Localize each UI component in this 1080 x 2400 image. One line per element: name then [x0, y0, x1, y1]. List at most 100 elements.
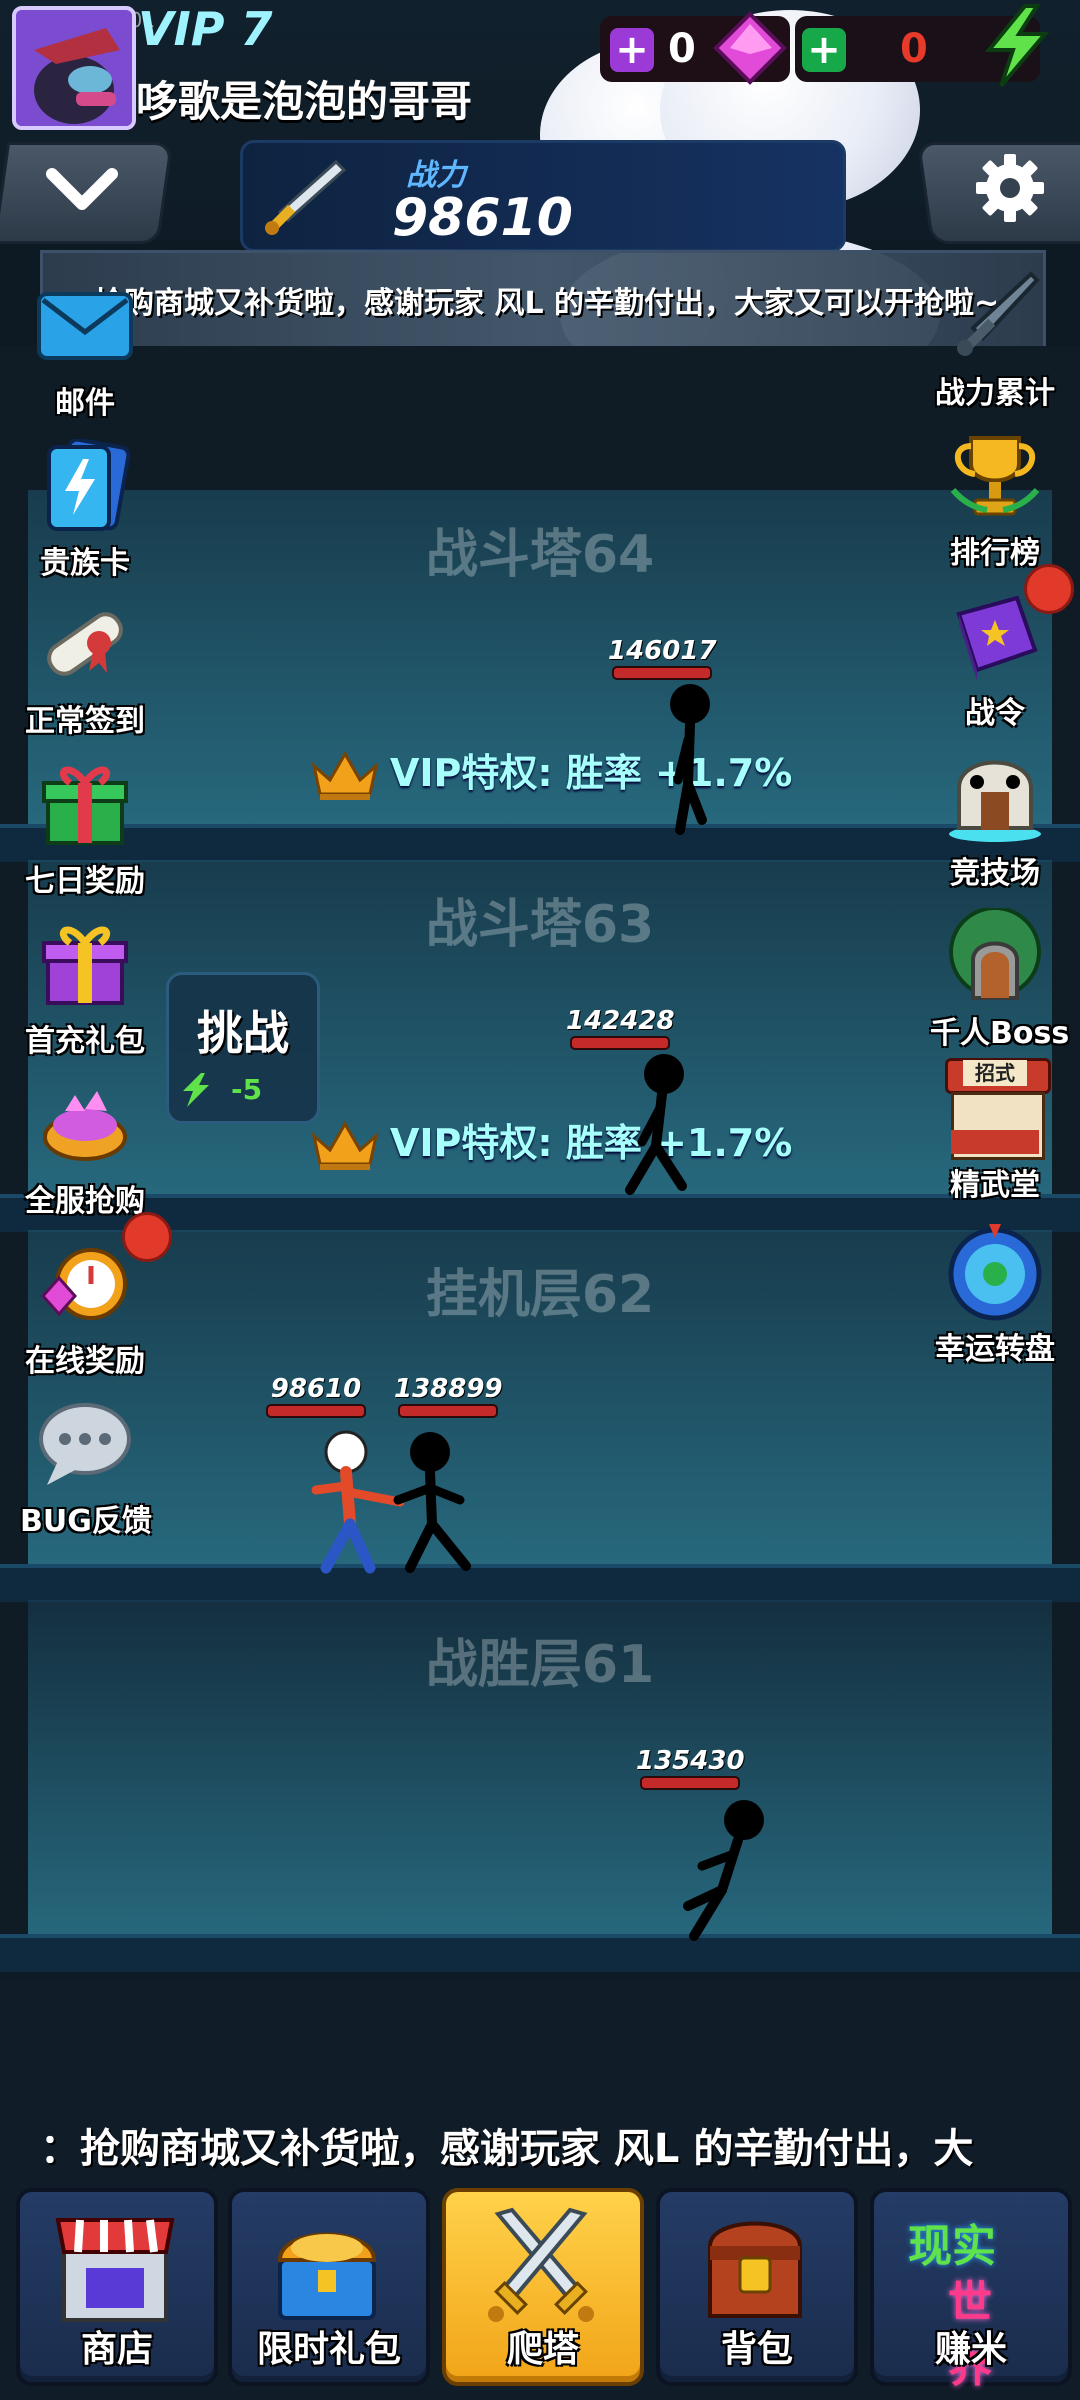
treasure-icon [35, 1076, 135, 1172]
challenge-label: 挑战 [197, 1006, 289, 1060]
nav-limited-gift[interactable]: 限时礼包 [228, 2188, 430, 2386]
bottom-announcement-text: ：抢购商城又补货啦，感谢玩家 风L 的辛勤付出，大 [40, 2126, 974, 2172]
avatar[interactable] [12, 6, 136, 130]
chest-icon [277, 2232, 377, 2320]
mail-button[interactable]: 邮件 [20, 278, 150, 422]
menu-label: BUG反馈 [20, 1504, 152, 1539]
power-accumulate-button[interactable]: 战力累计 [930, 268, 1060, 412]
vip-bonus-text: VIP特权: 胜率 +1.7% [390, 1121, 793, 1165]
dojo-icon: 招式 [945, 1058, 1051, 1160]
real-world-icon: 现实 世界 [904, 2206, 1034, 2392]
gear-icon [974, 152, 1046, 228]
seven-day-reward-button[interactable]: 七日奖励 [20, 756, 150, 900]
challenge-button[interactable]: 挑战 -5 [166, 972, 320, 1124]
floor-ledge [0, 824, 1080, 862]
enemy-power: 142428 [566, 1006, 675, 1036]
menu-label: 竞技场 [950, 856, 1040, 891]
online-reward-button[interactable]: 在线奖励 [20, 1236, 150, 1380]
bug-feedback-button[interactable]: BUG反馈 [20, 1396, 152, 1540]
enemy-stickman[interactable] [612, 1050, 702, 1200]
menu-label: 正常签到 [25, 704, 145, 739]
floor-title: 战斗塔63 [425, 895, 655, 955]
floor-title: 战斗塔64 [425, 525, 655, 585]
tree-gate-icon [945, 908, 1045, 1004]
nav-climb-tower[interactable]: 爬塔 [442, 2188, 644, 2386]
sign-in-button[interactable]: 正常签到 [20, 596, 150, 740]
floor-title: 战胜层61 [425, 1635, 655, 1695]
lucky-wheel-button[interactable]: 幸运转盘 [930, 1224, 1060, 1368]
mail-icon [35, 278, 135, 374]
add-gem-button[interactable]: + [610, 27, 654, 73]
sword-icon [258, 158, 348, 242]
floor-ledge [0, 1934, 1080, 1972]
menu-label: 在线奖励 [25, 1344, 145, 1379]
chevron-down-icon [42, 160, 122, 224]
menu-label: 七日奖励 [25, 864, 145, 899]
nav-label: 爬塔 [506, 2329, 579, 2370]
hp-bar [266, 1404, 366, 1418]
power-value: 98610 [392, 188, 573, 248]
backpack-icon [708, 2221, 802, 2318]
announcement-text: 抢购商城又补货啦，感谢玩家 风L 的辛勤付出，大家又可以开抢啦~ [94, 286, 1000, 321]
menu-label: 全服抢购 [25, 1184, 145, 1219]
hp-bar [640, 1776, 741, 1790]
lightning-icon [183, 1073, 209, 1107]
dojo-sign: 招式 [963, 1060, 1027, 1086]
bottom-announcement: ：抢购商城又补货啦，感谢玩家 风L 的辛勤付出，大 [0, 2088, 1080, 2198]
enemy-hp: 146017 [608, 636, 717, 680]
hp-bar [570, 1036, 671, 1050]
sign-in-scroll-icon [35, 596, 135, 692]
skull-arena-icon [945, 748, 1045, 844]
chat-bubble-icon [35, 1396, 135, 1492]
nav-shop[interactable]: 商店 [16, 2188, 218, 2386]
menu-label: 幸运转盘 [935, 1332, 1055, 1367]
enemy-power: 146017 [608, 636, 717, 666]
nav-backpack[interactable]: 背包 [656, 2188, 858, 2386]
crossed-swords-icon [488, 2207, 594, 2322]
enemy-stickman[interactable] [650, 680, 730, 840]
server-flash-sale-button[interactable]: 全服抢购 [20, 1076, 150, 1220]
shop-icon [55, 2218, 175, 2322]
thousand-boss-button[interactable]: 千人Boss [930, 908, 1070, 1052]
crown-icon [311, 750, 379, 800]
add-energy-button[interactable]: + [802, 27, 846, 73]
vip-bonus: VIP特权: 胜率 +1.7% [310, 1112, 792, 1172]
sword-icon [945, 268, 1045, 364]
enemy-hp: 138899 [394, 1374, 503, 1418]
nav-label: 背包 [720, 2329, 793, 2370]
real-world-top: 现实 [908, 2221, 996, 2272]
stopwatch-icon [35, 1236, 135, 1332]
first-recharge-button[interactable]: 首充礼包 [20, 916, 150, 1060]
nav-label: 限时礼包 [256, 2329, 401, 2370]
enemy-stickman[interactable] [674, 1796, 774, 1946]
enemy-hp: 135430 [636, 1746, 745, 1790]
leaderboard-button[interactable]: 排行榜 [930, 428, 1060, 572]
gift-box-icon [35, 756, 135, 852]
player-power: 98610 [270, 1374, 362, 1404]
menu-label: 千人Boss [930, 1016, 1070, 1051]
menu-label: 贵族卡 [40, 546, 130, 581]
enemy-power: 135430 [636, 1746, 745, 1776]
arena-button[interactable]: 竞技场 [930, 748, 1060, 892]
menu-label: 首充礼包 [25, 1024, 145, 1059]
energy-count: 0 [900, 26, 928, 72]
menu-label: 精武堂 [950, 1168, 1040, 1203]
hp-bar [398, 1404, 499, 1418]
menu-label: 战力累计 [935, 376, 1055, 411]
noble-card-button[interactable]: 贵族卡 [20, 438, 150, 582]
gem-icon [712, 10, 788, 90]
vip-bonus-text: VIP特权: 胜率 +1.7% [390, 751, 793, 795]
trophy-icon [945, 428, 1045, 524]
enemy-stickman[interactable] [390, 1428, 480, 1578]
challenge-cost: -5 [231, 1073, 263, 1106]
floor-title: 挂机层62 [425, 1265, 655, 1325]
menu-label: 战令 [965, 696, 1025, 731]
noble-card-icon [35, 438, 135, 534]
notification-badge [1024, 564, 1074, 614]
dojo-button[interactable]: 招式 精武堂 [930, 1058, 1060, 1204]
notification-badge [122, 1212, 172, 1262]
player-name: 哆歌是泡泡的哥哥 [136, 77, 473, 126]
nav-earn-money[interactable]: 现实 世界 赚米 [870, 2188, 1072, 2392]
nav-label: 商店 [80, 2329, 153, 2370]
floor-ledge [0, 1564, 1080, 1602]
